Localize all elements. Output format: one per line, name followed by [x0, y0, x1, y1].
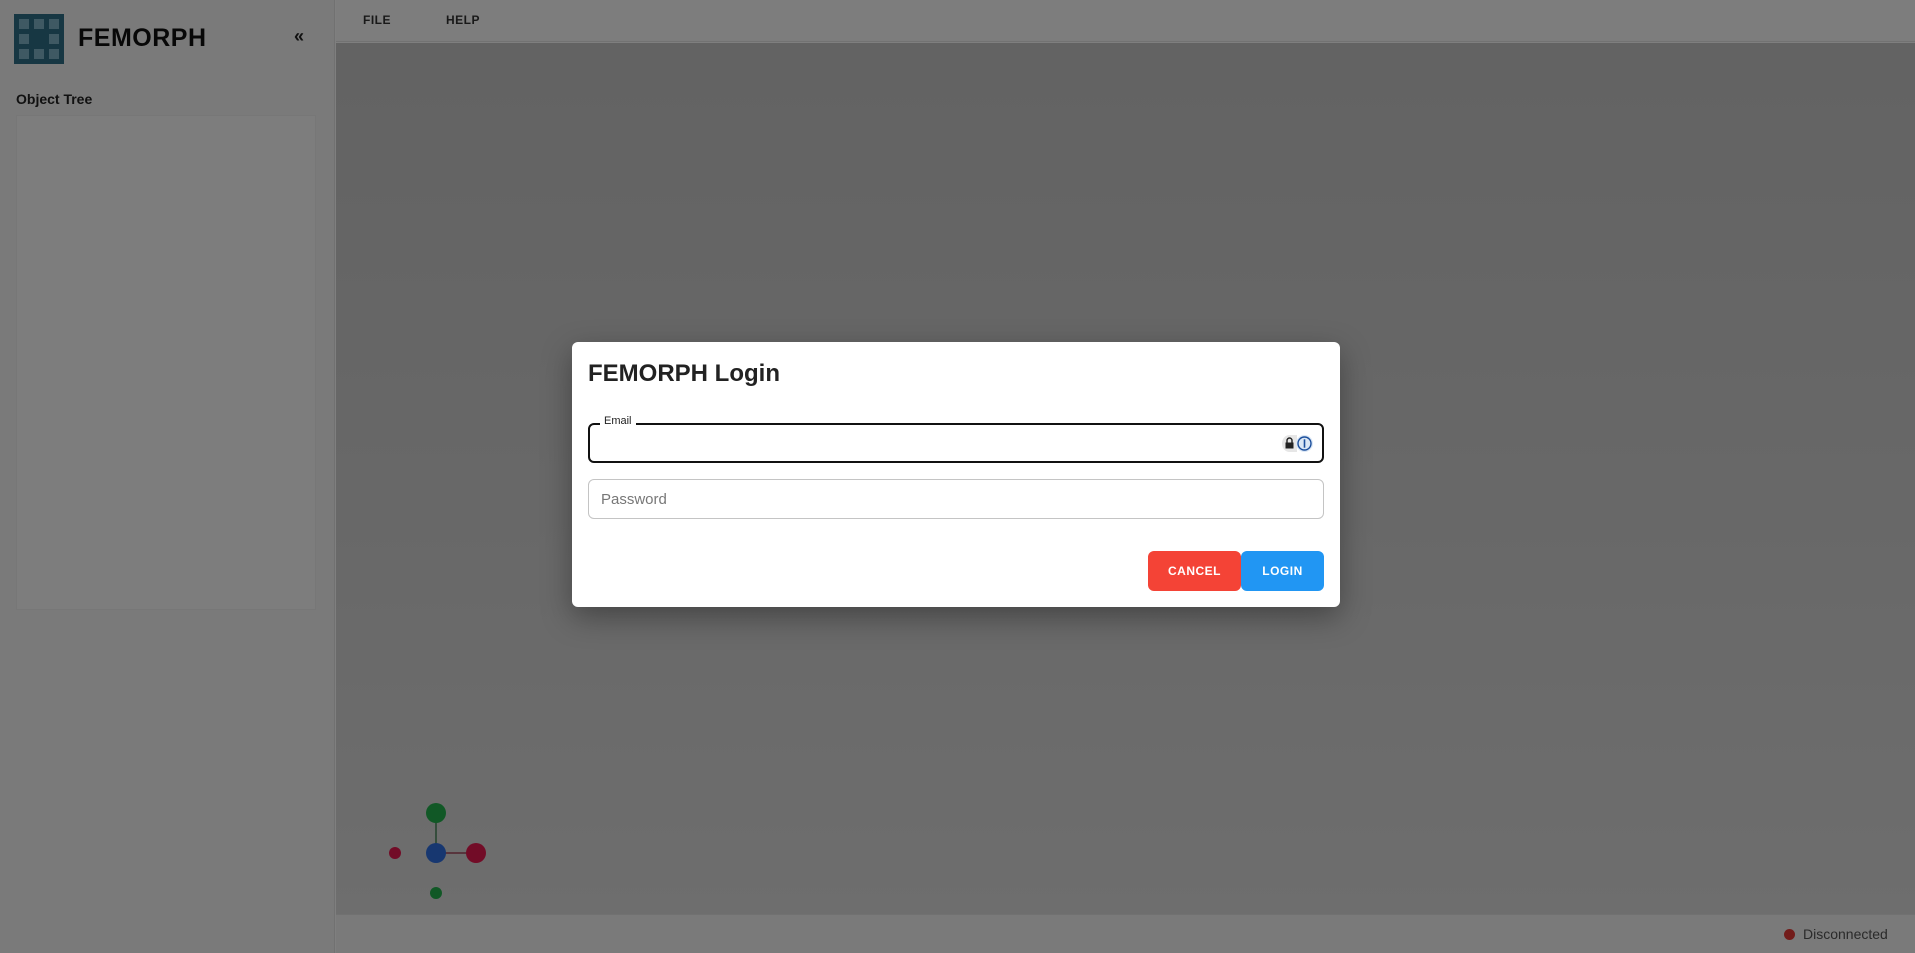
- login-button[interactable]: LOGIN: [1241, 551, 1324, 591]
- modal-backdrop[interactable]: FEMORPH Login Email CANCEL LOGIN: [0, 0, 1915, 953]
- info-icon[interactable]: [1296, 435, 1313, 452]
- password-input[interactable]: [601, 487, 1301, 511]
- password-field[interactable]: [588, 479, 1324, 519]
- lock-icon[interactable]: [1282, 435, 1297, 452]
- email-field[interactable]: Email: [588, 415, 1324, 463]
- dialog-title: FEMORPH Login: [588, 360, 780, 387]
- cancel-button[interactable]: CANCEL: [1148, 551, 1241, 591]
- email-label: Email: [600, 415, 636, 427]
- app-root: FEMORPH « Object Tree FILE HELP Disconne…: [0, 0, 1915, 953]
- email-input[interactable]: [602, 431, 1262, 455]
- password-manager-icons[interactable]: [1282, 435, 1313, 453]
- login-dialog: FEMORPH Login Email CANCEL LOGIN: [572, 342, 1340, 607]
